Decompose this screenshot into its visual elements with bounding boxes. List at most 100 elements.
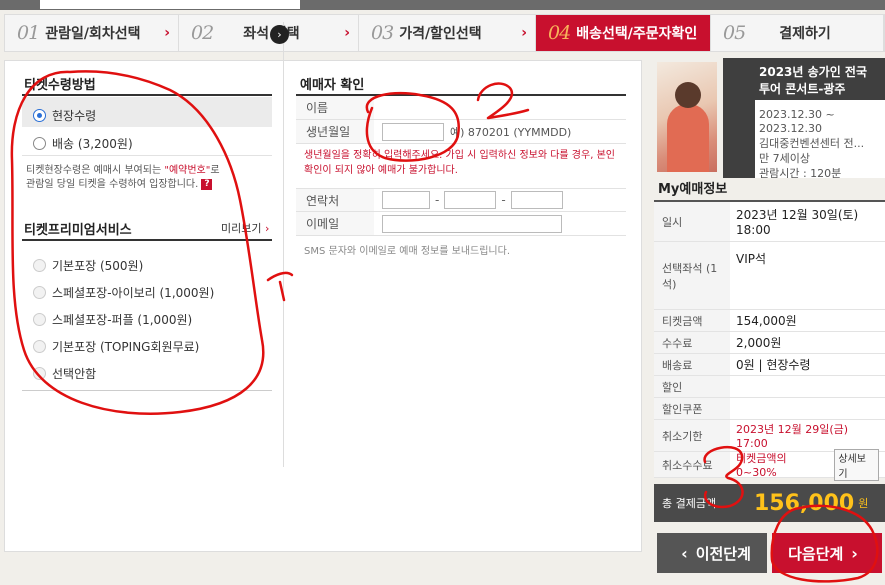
step-bar: 01 관람일/회차선택 › 02 좌석 선택 › 03 가격/할인선택 › 04… xyxy=(4,14,885,52)
chevron-right-icon: › xyxy=(344,25,350,41)
row-value: 0원 | 현장수령 xyxy=(736,358,811,372)
phone-label: 연락처 xyxy=(296,189,374,211)
step-label: 배송선택/주문자확인 xyxy=(576,26,698,42)
step-4[interactable]: 04 배송선택/주문자확인 xyxy=(536,15,711,51)
name-label: 이름 xyxy=(296,96,374,119)
phone-input-3[interactable] xyxy=(510,191,563,209)
option-label: 선택안함 xyxy=(52,367,97,381)
option-label: 현장수령 xyxy=(52,109,97,123)
table-row: 취소수수료 티켓금액의 0~30% 상세보기 xyxy=(654,448,885,481)
row-key: 할인 xyxy=(654,376,730,397)
poster-figure xyxy=(667,104,709,172)
next-step-button[interactable]: 다음단계 › xyxy=(772,533,882,573)
option-label: 스페셜포장-아이보리 (1,000원) xyxy=(52,286,215,300)
help-icon[interactable]: ? xyxy=(201,178,213,190)
email-input[interactable] xyxy=(382,214,562,233)
show-title: 2023년 송가인 전국 투어 콘서트-광주 xyxy=(759,65,867,96)
option-label: 스페셜포장-퍼플 (1,000원) xyxy=(52,313,193,327)
step-1[interactable]: 01 관람일/회차선택 › xyxy=(5,15,179,51)
premium-option[interactable]: 선택안함 xyxy=(33,365,96,382)
my-booking-table: 일시 2023년 12월 30일(토) 18:00 선택좌석 (1석) VIP석 티… xyxy=(654,200,885,481)
row-key: 일시 xyxy=(654,202,730,241)
note-text: 관람일 당일 티켓을 수령하여 입장합니다. xyxy=(26,179,199,190)
step-label: 결제하기 xyxy=(779,26,831,42)
premium-option[interactable]: 스페셜포장-아이보리 (1,000원) xyxy=(33,284,214,301)
step-number: 01 xyxy=(17,22,40,44)
radio-icon[interactable] xyxy=(33,340,46,353)
note-text: 티켓현장수령은 예매시 부여되는 xyxy=(26,165,165,176)
receive-delivery-option[interactable]: 배송 (3,200원) xyxy=(33,135,133,152)
premium-option[interactable]: 기본포장 (500원) xyxy=(33,257,143,274)
booker-phone-row: 연락처 - - xyxy=(296,188,626,212)
radio-selected-icon[interactable] xyxy=(33,109,46,122)
email-label: 이메일 xyxy=(296,212,374,235)
table-row: 티켓금액 154,000원 xyxy=(654,310,885,332)
table-row: 선택좌석 (1석) VIP석 xyxy=(654,242,885,310)
row-value xyxy=(730,376,885,397)
preview-label: 미리보기 xyxy=(221,222,262,235)
option-label: 기본포장 (TOPING회원무료) xyxy=(52,340,200,354)
row-value: VIP석 xyxy=(736,252,767,266)
birth-input[interactable] xyxy=(382,122,444,141)
chevron-right-icon: › xyxy=(164,25,170,41)
detail-button[interactable]: 상세보기 xyxy=(834,448,879,481)
total-unit: 원 xyxy=(858,497,869,510)
section-divider xyxy=(22,94,272,96)
next-label: 다음단계 xyxy=(788,544,844,563)
table-row: 배송료 0원 | 현장수령 xyxy=(654,354,885,376)
chevron-left-icon: ‹ xyxy=(681,543,688,563)
chevron-right-icon: › xyxy=(264,222,270,235)
arrow-right-icon: › xyxy=(270,25,289,44)
phone-input-1[interactable] xyxy=(382,191,430,209)
premium-option[interactable]: 스페셜포장-퍼플 (1,000원) xyxy=(33,311,192,328)
separator: - xyxy=(501,193,506,207)
step-number: 04 xyxy=(548,22,571,44)
preview-link[interactable]: 미리보기 › xyxy=(221,220,269,236)
show-dates: 2023.12.30 ~ 2023.12.30 xyxy=(759,108,835,135)
premium-option[interactable]: 기본포장 (TOPING회원무료) xyxy=(33,338,199,355)
divider xyxy=(22,155,272,156)
phone-input-2[interactable] xyxy=(444,191,497,209)
option-label: 기본포장 (500원) xyxy=(52,259,144,273)
total-value: 156,000 xyxy=(754,490,855,516)
radio-icon[interactable] xyxy=(33,259,46,272)
birth-label: 생년월일 xyxy=(296,120,374,143)
radio-icon[interactable] xyxy=(33,367,46,380)
row-key: 할인쿠폰 xyxy=(654,398,730,419)
radio-icon[interactable] xyxy=(33,313,46,326)
chevron-right-icon: › xyxy=(521,25,527,41)
prev-step-button[interactable]: ‹ 이전단계 xyxy=(657,533,767,573)
step-label: 가격/할인선택 xyxy=(399,26,482,42)
row-value: 티켓금액의 0~30% 상세보기 xyxy=(730,448,885,481)
show-venue: 김대중컨벤션센터 전... xyxy=(759,137,865,150)
birth-hint: 예) 870201 (YYMMDD) xyxy=(450,125,572,139)
row-value: 2023년 12월 29일(금) 17:00 xyxy=(736,423,849,450)
table-row: 취소기한 2023년 12월 29일(금) 17:00 xyxy=(654,420,885,452)
step-2[interactable]: 02 좌석 선택 › xyxy=(179,15,359,51)
step-5[interactable]: 05 결제하기 xyxy=(711,15,884,51)
prev-label: 이전단계 xyxy=(695,544,751,563)
booker-email-row: 이메일 xyxy=(296,212,626,236)
address-bar-field xyxy=(40,0,300,9)
step-3[interactable]: 03 가격/할인선택 › xyxy=(359,15,536,51)
show-age: 만 7세이상 xyxy=(759,152,810,165)
cancel-fee-text: 티켓금액의 0~30% xyxy=(736,452,787,479)
option-label: 배송 (3,200원) xyxy=(52,137,133,151)
row-key: 티켓금액 xyxy=(654,310,730,331)
receive-onsite-option[interactable]: 현장수령 xyxy=(33,107,96,124)
radio-icon[interactable] xyxy=(33,286,46,299)
table-row: 일시 2023년 12월 30일(토) 18:00 xyxy=(654,202,885,242)
birth-warning: 생년월일을 정확히 입력해주세요. 가입 시 입력하신 정보와 다를 경우, 본… xyxy=(304,150,615,176)
row-key: 수수료 xyxy=(654,332,730,353)
note-text: 로 xyxy=(210,165,220,176)
show-poster xyxy=(657,62,717,172)
premium-title: 티켓프리미엄서비스 xyxy=(24,223,132,238)
address-bar-strip xyxy=(0,0,885,10)
table-row: 수수료 2,000원 xyxy=(654,332,885,354)
booker-birth-row: 생년월일 예) 870201 (YYMMDD) xyxy=(296,120,626,144)
divider xyxy=(22,390,272,391)
radio-icon[interactable] xyxy=(33,137,46,150)
section-divider xyxy=(22,239,272,241)
receive-note: 티켓현장수령은 예매시 부여되는 "예약번호"로 관람일 당일 티켓을 수령하여… xyxy=(26,164,276,192)
step-number: 03 xyxy=(371,22,394,44)
